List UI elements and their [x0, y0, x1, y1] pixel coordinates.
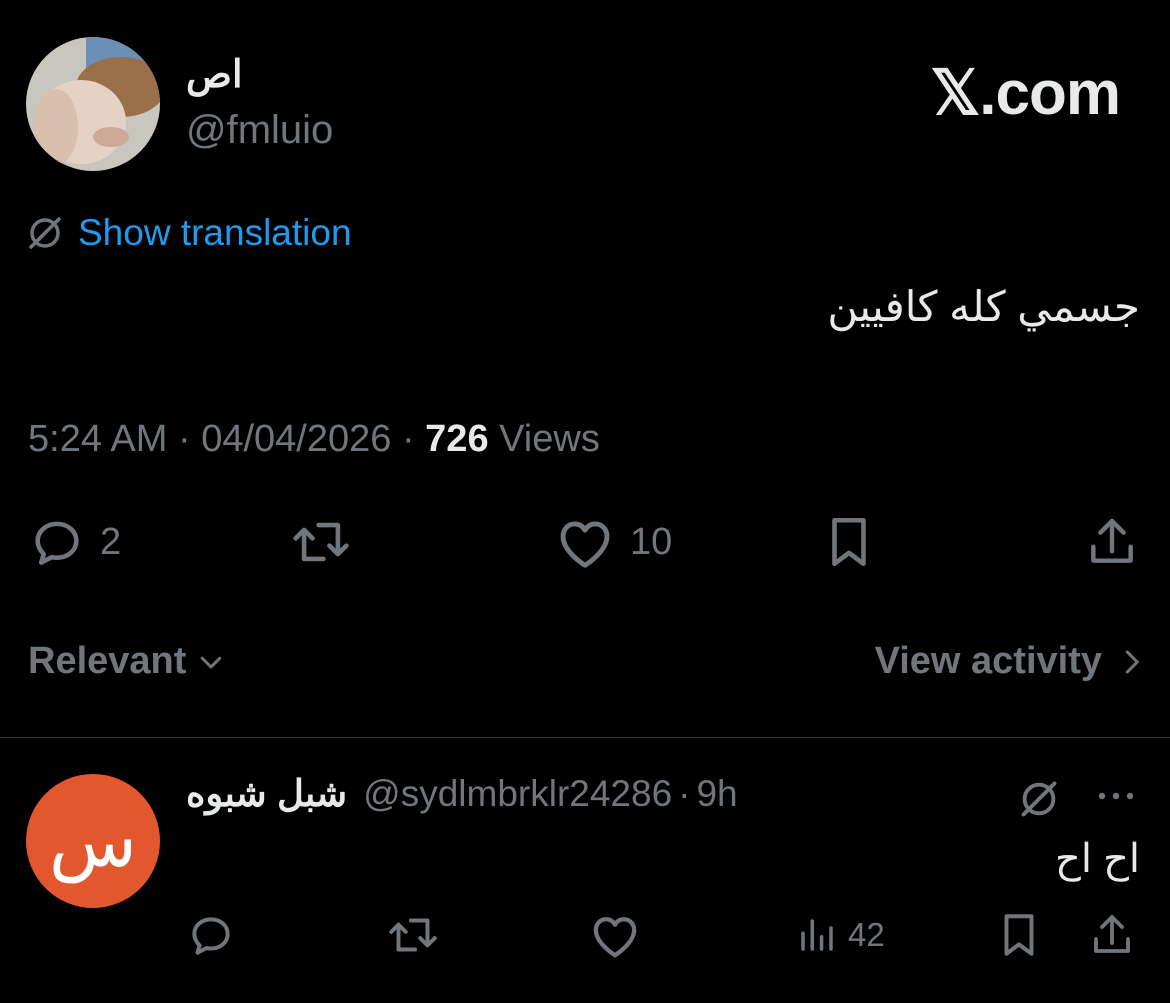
reply-more-button[interactable] [1094, 786, 1138, 806]
reply-bookmark-button[interactable] [996, 910, 1042, 960]
view-activity-button[interactable]: View activity [875, 640, 1146, 683]
reply-author-avatar[interactable]: س [26, 774, 160, 908]
bookmark-icon [996, 910, 1042, 960]
reply-count: 2 [100, 520, 122, 563]
translate-icon [1018, 778, 1060, 820]
like-button[interactable]: 10 [554, 512, 672, 572]
site-brand: 𝕏.com [930, 59, 1121, 128]
heart-icon [554, 513, 616, 571]
share-icon [1088, 910, 1136, 960]
translate-icon [26, 214, 64, 252]
meta-separator: · [177, 418, 191, 460]
author-name[interactable]: اص [186, 52, 243, 97]
chevron-down-icon [196, 647, 226, 677]
reply-icon [186, 910, 236, 960]
sort-relevant-button[interactable]: Relevant [28, 640, 226, 683]
reply-icon [28, 513, 86, 571]
bookmark-button[interactable] [822, 512, 876, 572]
more-icon [1094, 786, 1138, 806]
views-count: 726 [425, 418, 489, 460]
reply-retweet-button[interactable] [384, 910, 442, 960]
tweet-text: جسمي كله كافيين [827, 283, 1140, 330]
reply-like-button[interactable] [588, 910, 642, 960]
meta-separator: · [401, 418, 415, 460]
reply-separator: · [678, 773, 691, 814]
reply-text: اح اح [1055, 837, 1140, 881]
tweet-time: 5:24 AM [28, 418, 168, 460]
reply-button[interactable]: 2 [28, 512, 121, 572]
analytics-icon [796, 912, 838, 958]
tweet-date: 04/04/2026 [201, 418, 392, 460]
show-translation-label: Show translation [78, 212, 352, 253]
share-button[interactable] [1084, 512, 1140, 572]
share-icon [1084, 513, 1140, 571]
reply-avatar-letter: س [49, 799, 137, 883]
bookmark-icon [822, 513, 876, 571]
retweet-icon [384, 910, 442, 960]
sort-label: Relevant [28, 640, 187, 682]
reply-views-count: 42 [848, 916, 885, 953]
heart-icon [588, 910, 642, 960]
tweet-meta: 5:24 AM · 04/04/2026 · 726 Views [28, 418, 600, 461]
reply-translate-button[interactable] [1018, 778, 1060, 820]
reply-age: 9h [696, 773, 738, 814]
view-activity-label: View activity [874, 640, 1102, 682]
reply-author-handle[interactable]: @sydlmbrklr24286 [363, 773, 672, 815]
like-count: 10 [630, 520, 673, 563]
reply-reply-button[interactable] [186, 910, 236, 960]
retweet-icon [286, 513, 356, 571]
chevron-right-icon [1116, 645, 1146, 679]
reply-views-button[interactable]: 42 [796, 910, 885, 960]
author-avatar[interactable] [26, 37, 160, 171]
retweet-button[interactable] [286, 512, 356, 572]
author-handle[interactable]: @fmluio [186, 108, 333, 153]
reply-header: شبل شبوه @sydlmbrklr24286 · 9h [186, 772, 738, 815]
divider [0, 737, 1170, 738]
views-label: Views [499, 418, 600, 460]
reply-share-button[interactable] [1088, 910, 1136, 960]
show-translation-button[interactable]: Show translation [26, 210, 352, 256]
reply-author-name[interactable]: شبل شبوه [186, 772, 347, 815]
